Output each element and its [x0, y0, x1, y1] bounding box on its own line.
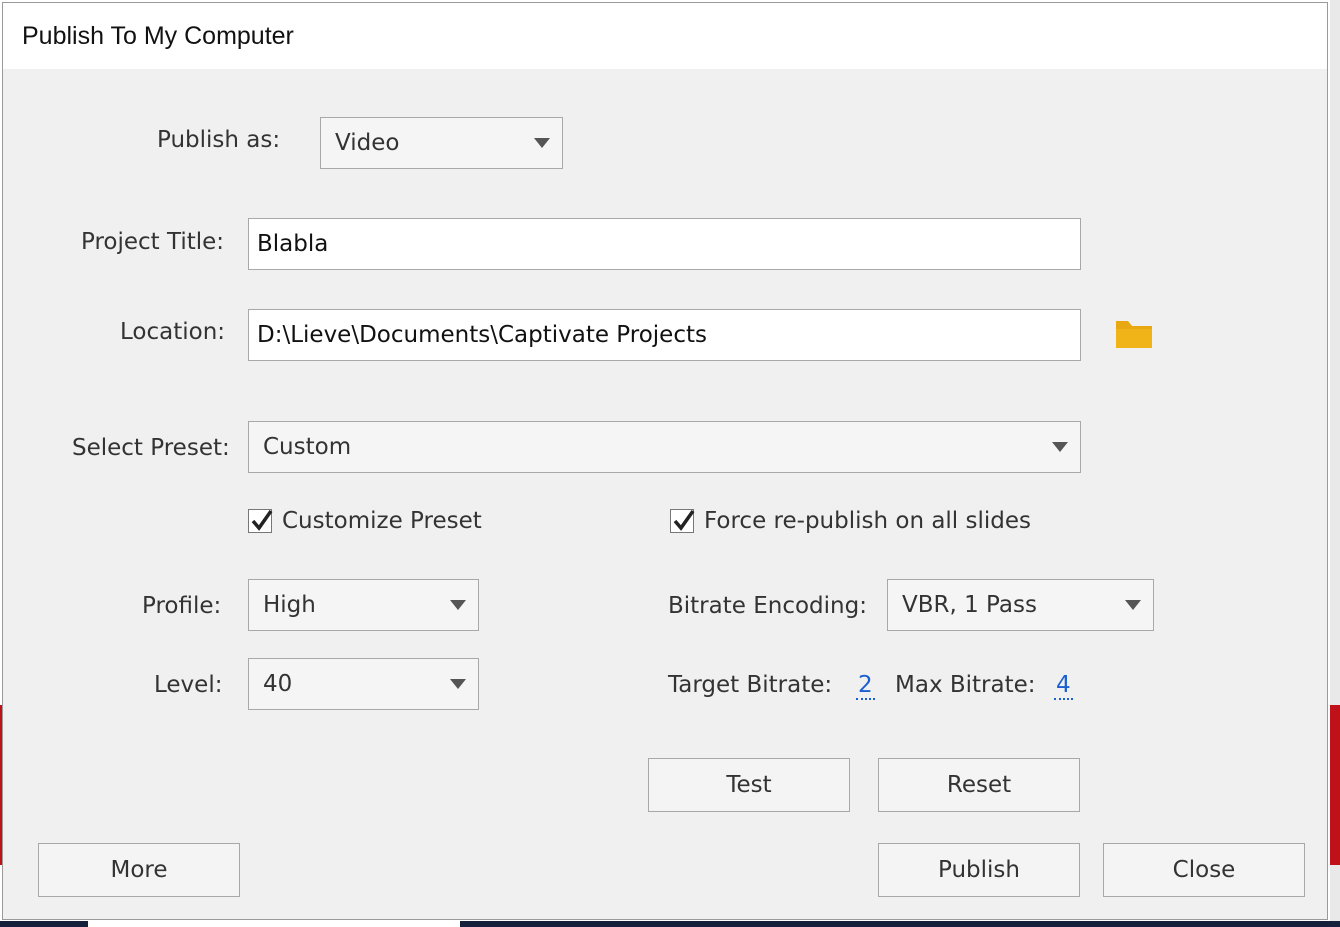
publish-dialog: Publish To My Computer Publish as: Video… [2, 2, 1328, 920]
dialog-title: Publish To My Computer [22, 22, 294, 50]
test-button[interactable]: Test [648, 758, 850, 812]
close-button[interactable]: Close [1103, 843, 1305, 897]
select-preset-label: Select Preset: [72, 435, 230, 461]
publish-as-select[interactable]: Video [320, 117, 563, 169]
chevron-down-icon [450, 679, 466, 689]
more-button[interactable]: More [38, 843, 240, 897]
folder-icon[interactable] [1115, 319, 1153, 349]
background-red-panel [1330, 705, 1340, 865]
max-bitrate-label: Max Bitrate: [895, 672, 1036, 698]
project-title-input[interactable]: Blabla [248, 218, 1081, 270]
force-republish-checkbox[interactable]: Force re-publish on all slides [670, 508, 1031, 534]
customize-preset-label: Customize Preset [282, 508, 482, 534]
chevron-down-icon [1125, 600, 1141, 610]
checkbox-box[interactable] [248, 509, 273, 533]
checkmark-icon [673, 509, 695, 531]
publish-as-value: Video [335, 130, 400, 156]
customize-preset-checkbox[interactable]: Customize Preset [248, 508, 482, 534]
profile-select[interactable]: High [248, 579, 479, 631]
chevron-down-icon [450, 600, 466, 610]
select-preset-value: Custom [263, 434, 352, 460]
publish-button[interactable]: Publish [878, 843, 1080, 897]
location-label: Location: [120, 319, 226, 345]
dialog-titlebar[interactable]: Publish To My Computer [3, 3, 1327, 69]
target-bitrate-label: Target Bitrate: [668, 672, 833, 698]
level-value: 40 [263, 671, 293, 697]
chevron-down-icon [534, 138, 550, 148]
reset-button[interactable]: Reset [878, 758, 1080, 812]
bitrate-encoding-label: Bitrate Encoding: [668, 593, 867, 619]
project-title-label: Project Title: [81, 229, 225, 255]
bitrate-encoding-select[interactable]: VBR, 1 Pass [887, 579, 1154, 631]
checkbox-box[interactable] [670, 509, 695, 533]
level-select[interactable]: 40 [248, 658, 479, 710]
bitrate-encoding-value: VBR, 1 Pass [902, 592, 1037, 618]
profile-label: Profile: [142, 593, 222, 619]
checkmark-icon [251, 509, 273, 531]
force-republish-label: Force re-publish on all slides [704, 508, 1032, 534]
select-preset-select[interactable]: Custom [248, 421, 1081, 473]
profile-value: High [263, 592, 316, 618]
background-bottom-segment [88, 921, 460, 927]
publish-as-label: Publish as: [157, 127, 281, 153]
target-bitrate-value[interactable]: 2 [856, 672, 875, 700]
level-label: Level: [154, 672, 223, 698]
chevron-down-icon [1052, 442, 1068, 452]
location-input[interactable]: D:\Lieve\Documents\Captivate Projects [248, 309, 1081, 361]
max-bitrate-value[interactable]: 4 [1054, 672, 1073, 700]
